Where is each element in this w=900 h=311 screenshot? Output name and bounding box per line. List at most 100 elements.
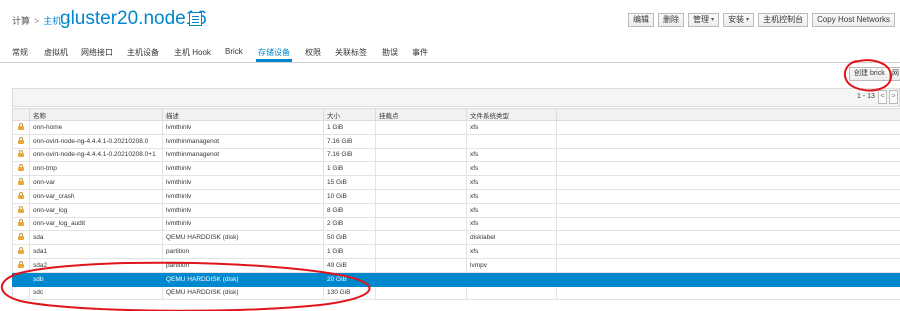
cell-fs-type: xfs <box>466 244 557 259</box>
lock-icon <box>18 233 24 241</box>
create-brick-button[interactable]: 创建 brick <box>849 67 890 81</box>
table-row[interactable]: sda2 partition 49 GiB lvmpv <box>12 257 900 273</box>
cell-mount-point <box>375 120 467 135</box>
lock-cell <box>12 230 30 246</box>
lock-icon <box>18 178 24 186</box>
tab-general[interactable]: 常规 <box>12 47 28 58</box>
cell-filler <box>556 202 900 218</box>
lock-cell <box>12 133 30 149</box>
storage-devices-table: 名称 描述 大小 挂载点 文件系统类型 onn-home lvmthinlv 1 G… <box>12 108 900 301</box>
table-row[interactable]: sdb QEMU HARDDISK (disk) 20 GiB <box>12 271 900 287</box>
pager-prev-button[interactable]: < <box>878 90 887 104</box>
cell-filler <box>556 188 900 204</box>
lock-cell <box>12 188 30 204</box>
column-header-mount-point[interactable]: 挂载点 <box>375 108 467 121</box>
cell-size: 50 GiB <box>323 230 376 246</box>
column-header-size[interactable]: 大小 <box>323 108 376 121</box>
breadcrumb-compute[interactable]: 计算 <box>12 14 30 27</box>
cell-mount-point <box>375 244 467 259</box>
tab-bricks[interactable]: Brick <box>225 47 243 56</box>
tab-storage-devices[interactable]: 存储设备 <box>258 47 290 58</box>
cell-size: 1 GiB <box>323 244 376 259</box>
column-header-description[interactable]: 描述 <box>162 108 324 121</box>
column-header-fs-type[interactable]: 文件系统类型 <box>466 108 557 121</box>
host-menu-button[interactable] <box>189 12 202 26</box>
cell-mount-point <box>375 133 467 149</box>
tab-events[interactable]: 事件 <box>412 47 428 58</box>
host-console-button[interactable]: 主机控制台 <box>758 13 809 27</box>
cell-fs-type <box>466 271 557 287</box>
cell-mount-point <box>375 147 467 163</box>
tab-host-devices[interactable]: 主机设备 <box>127 47 159 58</box>
tab-permissions[interactable]: 权限 <box>305 47 321 58</box>
cell-description: lvmthinlv <box>162 202 324 218</box>
lock-icon <box>18 150 24 158</box>
cell-name: onn-ovirt-node-ng-4.4.4.1-0.20210208.0 <box>29 133 163 149</box>
table-row[interactable]: onn-var_log_audit lvmthinlv 2 GiB xfs <box>12 216 900 232</box>
table-row[interactable]: onn-home lvmthinlv 1 GiB xfs <box>12 120 900 135</box>
remove-button[interactable]: 删除 <box>658 13 685 27</box>
edit-button[interactable]: 编辑 <box>628 13 655 27</box>
table-row[interactable]: onn-var lvmthinlv 15 GiB xfs <box>12 175 900 190</box>
copy-host-networks-button[interactable]: Copy Host Networks <box>812 13 895 27</box>
cell-description: QEMU HARDDISK (disk) <box>162 271 324 287</box>
cell-fs-type: disklabel <box>466 230 557 246</box>
table-row[interactable]: sda1 partition 1 GiB xfs <box>12 244 900 259</box>
cell-name: sda <box>29 230 163 246</box>
table-row[interactable]: onn-var_log lvmthinlv 8 GiB xfs <box>12 202 900 218</box>
breadcrumb-separator: > <box>34 15 40 26</box>
cell-size: 20 GiB <box>323 271 376 287</box>
cell-description: lvmthinlv <box>162 120 324 135</box>
cell-description: QEMU HARDDISK (disk) <box>162 230 324 246</box>
cell-filler <box>556 133 900 149</box>
cell-size: 7.16 GiB <box>323 133 376 149</box>
cell-mount-point <box>375 188 467 204</box>
column-header-name[interactable]: 名称 <box>29 108 163 121</box>
cell-fs-type: xfs <box>466 120 557 135</box>
tab-vms[interactable]: 虚拟机 <box>44 47 68 58</box>
cell-description: partition <box>162 244 324 259</box>
cell-mount-point <box>375 285 467 301</box>
cell-filler <box>556 271 900 287</box>
table-row[interactable]: onn-tmp lvmthinlv 1 GiB xfs <box>12 161 900 177</box>
cell-fs-type: xfs <box>466 188 557 204</box>
table-header: 名称 描述 大小 挂载点 文件系统类型 <box>12 108 900 121</box>
cell-name: sdc <box>29 285 163 301</box>
management-dropdown[interactable]: 管理 ▾ <box>688 13 720 27</box>
lock-cell <box>12 285 30 301</box>
page: 计算 > 主机 > gluster20.node16 编辑 删除 管理 ▾ 安装 ▾… <box>0 0 900 311</box>
table-row[interactable]: sdc QEMU HARDDISK (disk) 130 GiB <box>12 285 900 301</box>
breadcrumb-hosts[interactable]: 主机 <box>43 14 61 27</box>
cell-size: 7.16 GiB <box>323 147 376 163</box>
cell-fs-type: xfs <box>466 175 557 190</box>
table-row[interactable]: onn-ovirt-node-ng-4.4.4.1-0.20210208.0+1… <box>12 147 900 163</box>
tab-host-hooks[interactable]: 主机 Hook <box>174 47 211 58</box>
installation-dropdown[interactable]: 安装 ▾ <box>723 13 755 27</box>
cell-fs-type: xfs <box>466 202 557 218</box>
cell-fs-type <box>466 133 557 149</box>
active-tab-indicator <box>256 59 292 62</box>
cell-fs-type: xfs <box>466 147 557 163</box>
cell-mount-point <box>375 257 467 273</box>
cell-filler <box>556 147 900 163</box>
pager-range: 1 - 13 <box>857 93 875 100</box>
pager-next-button[interactable]: > <box>889 90 898 104</box>
cell-size: 49 GiB <box>323 257 376 273</box>
tab-network-interfaces[interactable]: 网络接口 <box>81 47 113 58</box>
cell-name: sda2 <box>29 257 163 273</box>
table-row[interactable]: onn-var_crash lvmthinlv 10 GiB xfs <box>12 188 900 204</box>
lock-cell <box>12 271 30 287</box>
cell-mount-point <box>375 230 467 246</box>
table-row[interactable]: onn-ovirt-node-ng-4.4.4.1-0.20210208.0 lv… <box>12 133 900 149</box>
caret-down-icon: ▾ <box>711 17 715 23</box>
page-title: gluster20.node16 <box>60 8 207 29</box>
cell-mount-point <box>375 271 467 287</box>
cell-fs-type: xfs <box>466 216 557 232</box>
tab-affinity-labels[interactable]: 关联标签 <box>335 47 367 58</box>
hamburger-icon <box>192 15 199 17</box>
tab-errata[interactable]: 勘误 <box>382 47 398 58</box>
cell-description: lvmthinlv <box>162 188 324 204</box>
table-row[interactable]: sda QEMU HARDDISK (disk) 50 GiB disklabel <box>12 230 900 246</box>
action-bar: 编辑 删除 管理 ▾ 安装 ▾ 主机控制台 Copy Host Networks <box>628 13 895 27</box>
overflow-button[interactable]: 网 <box>889 67 900 81</box>
